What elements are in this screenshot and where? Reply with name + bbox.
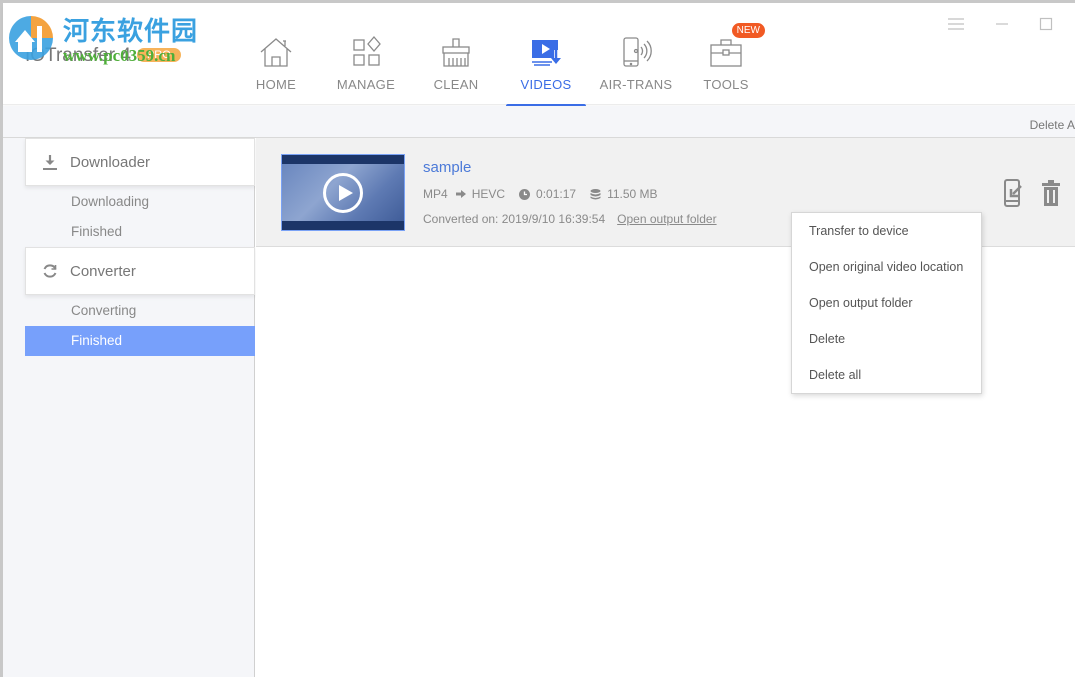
sidebar-item-converter-finished[interactable]: Finished <box>25 326 255 356</box>
watermark-site-name: 河东软件园 <box>63 17 199 47</box>
video-thumbnail[interactable] <box>281 154 405 231</box>
menu-item-delete[interactable]: Delete <box>792 321 981 357</box>
converted-on: Converted on: 2019/9/10 16:39:54 <box>423 212 606 226</box>
nav-videos[interactable]: VIDEOS <box>501 33 591 108</box>
arrow-right-icon <box>455 190 466 198</box>
maximize-icon[interactable] <box>1039 17 1053 36</box>
toolbox-icon <box>710 39 742 67</box>
sidebar-section-label: Converter <box>70 262 136 280</box>
refresh-icon <box>43 264 57 278</box>
broom-icon <box>442 38 470 67</box>
target-format: HEVC <box>471 187 506 201</box>
new-badge: NEW <box>731 23 765 38</box>
nav-clean[interactable]: CLEAN <box>411 33 501 105</box>
watermark-site-url: www.pc0359.cn <box>63 46 176 65</box>
app-window: IOTransfer 4 PRO 河东软件园 www.pc0359.cn HOME <box>0 0 1075 677</box>
context-menu: Transfer to device Open original video l… <box>791 212 982 394</box>
sidebar-item-downloading[interactable]: Downloading <box>25 187 255 217</box>
nav-air-trans[interactable]: AIR-TRANS <box>591 33 681 105</box>
watermark-logo-icon <box>9 16 53 60</box>
nav-tools[interactable]: NEW TOOLS <box>681 23 771 105</box>
video-title[interactable]: sample <box>423 159 471 176</box>
sidebar: Downloader Downloading Finished Converte… <box>3 138 255 677</box>
menu-item-open-original-location[interactable]: Open original video location <box>792 249 981 285</box>
video-duration: 0:01:17 <box>536 187 577 201</box>
play-icon[interactable] <box>323 173 363 213</box>
video-meta: MP4 HEVC 0:01:17 11.50 MB <box>423 187 672 201</box>
menu-item-transfer-to-device[interactable]: Transfer to device <box>792 213 981 249</box>
video-size: 11.50 MB <box>607 187 658 201</box>
converted-info: Converted on: 2019/9/10 16:39:54 Open out… <box>423 212 717 226</box>
clock-icon <box>519 188 531 200</box>
sidebar-item-converting[interactable]: Converting <box>25 296 255 326</box>
open-output-folder-link[interactable]: Open output folder <box>617 212 716 226</box>
content-toolbar: Delete A <box>3 106 1075 138</box>
phone-wireless-icon <box>623 37 652 67</box>
nav-clean-label: CLEAN <box>433 77 479 92</box>
minimize-icon[interactable] <box>995 17 1009 36</box>
manage-icon <box>353 36 381 66</box>
storage-icon <box>590 188 601 199</box>
transfer-to-device-icon[interactable] <box>1003 178 1023 213</box>
main-nav: HOME MANAGE CLEAN VIDEOS AIR-TRANS NEW T… <box>231 23 771 108</box>
watermark: 河东软件园 www.pc0359.cn <box>3 8 203 68</box>
sidebar-item-downloader-finished[interactable]: Finished <box>25 217 255 247</box>
header: IOTransfer 4 PRO 河东软件园 www.pc0359.cn HOME <box>3 3 1075 108</box>
source-format: MP4 <box>423 187 448 201</box>
nav-home-label: HOME <box>255 77 297 92</box>
sidebar-section-label: Downloader <box>70 153 151 171</box>
nav-tools-label: TOOLS <box>703 77 749 92</box>
nav-air-trans-label: AIR-TRANS <box>599 77 673 92</box>
delete-all-button[interactable]: Delete A <box>1030 118 1075 132</box>
nav-manage[interactable]: MANAGE <box>321 33 411 105</box>
trash-icon[interactable] <box>1041 178 1061 213</box>
nav-videos-label: VIDEOS <box>520 77 572 92</box>
sidebar-section-downloader[interactable]: Downloader <box>25 138 255 186</box>
window-controls <box>947 17 1053 36</box>
download-icon <box>43 155 57 170</box>
home-icon <box>260 38 292 67</box>
row-actions <box>1003 178 1061 213</box>
video-download-icon <box>532 40 561 66</box>
sidebar-section-converter[interactable]: Converter <box>25 247 255 295</box>
menu-item-delete-all[interactable]: Delete all <box>792 357 981 393</box>
menu-item-open-output-folder[interactable]: Open output folder <box>792 285 981 321</box>
nav-manage-label: MANAGE <box>336 77 396 92</box>
nav-home[interactable]: HOME <box>231 33 321 105</box>
menu-icon[interactable] <box>947 17 965 36</box>
